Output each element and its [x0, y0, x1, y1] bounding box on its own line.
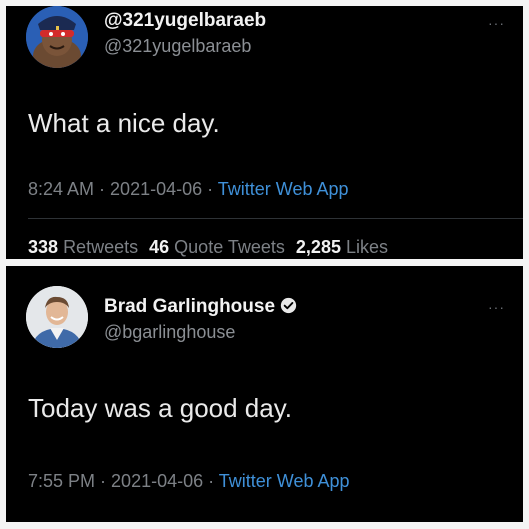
- tweet-time[interactable]: 7:55 PM: [28, 471, 95, 491]
- username-handle[interactable]: @321yugelbaraeb: [104, 36, 251, 57]
- retweets-label: Retweets: [63, 237, 139, 257]
- retweets-stat[interactable]: 338 Retweets: [28, 237, 138, 257]
- likes-count: 2,285: [295, 237, 341, 257]
- tweet-time[interactable]: 8:24 AM: [28, 179, 94, 199]
- engagement-stats: 338 Retweets 46 Quote Tweets 2,285 Likes: [28, 237, 394, 258]
- display-name[interactable]: @321yugelbaraeb: [104, 10, 266, 32]
- separator: ·: [203, 471, 219, 491]
- likes-stat[interactable]: 2,285 Likes: [296, 237, 388, 257]
- avatar[interactable]: [26, 6, 88, 68]
- tweet-source-link[interactable]: Twitter Web App: [218, 179, 349, 199]
- separator: ·: [202, 179, 218, 199]
- more-options-icon[interactable]: ···: [488, 299, 505, 315]
- tweet-timestamp: 7:55 PM · 2021-04-06 · Twitter Web App: [28, 471, 350, 492]
- profile-photo-icon: [26, 286, 88, 348]
- tweet-date[interactable]: 2021-04-06: [111, 471, 203, 491]
- cartoon-avatar-icon: [26, 6, 88, 68]
- quote-tweets-count: 46: [149, 237, 170, 257]
- tweet-card-2: Brad Garlinghouse @bgarlinghouse ··· Tod…: [6, 266, 523, 522]
- display-name[interactable]: Brad Garlinghouse: [104, 296, 297, 318]
- username-handle[interactable]: @bgarlinghouse: [104, 322, 235, 343]
- divider: [28, 218, 523, 219]
- tweet-text: What a nice day.: [28, 108, 220, 138]
- tweet-timestamp: 8:24 AM · 2021-04-06 · Twitter Web App: [28, 179, 349, 200]
- quote-tweets-label: Quote Tweets: [174, 237, 285, 257]
- likes-label: Likes: [345, 237, 389, 257]
- separator: ·: [95, 471, 112, 491]
- tweet-date[interactable]: 2021-04-06: [110, 179, 202, 199]
- separator: ·: [94, 179, 111, 199]
- verified-badge-icon: [280, 297, 297, 314]
- tweet-text: Today was a good day.: [28, 393, 293, 423]
- more-options-icon[interactable]: ···: [488, 15, 505, 31]
- display-name-text: Brad Garlinghouse: [104, 296, 276, 317]
- quote-tweets-stat[interactable]: 46 Quote Tweets: [149, 237, 285, 257]
- tweet-source-link[interactable]: Twitter Web App: [219, 471, 350, 491]
- retweets-count: 338: [28, 237, 59, 257]
- tweet-card-1: @321yugelbaraeb @321yugelbaraeb ··· What…: [6, 6, 523, 259]
- avatar[interactable]: [26, 286, 88, 348]
